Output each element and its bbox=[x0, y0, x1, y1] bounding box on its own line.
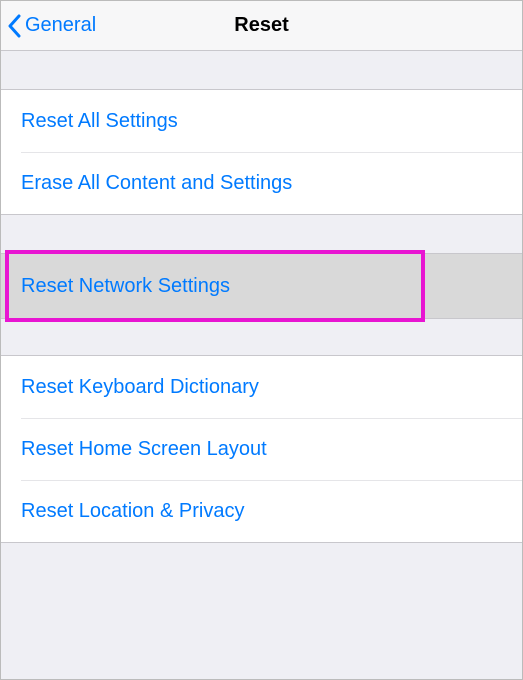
back-label: General bbox=[25, 14, 96, 37]
section-general-reset: Reset All Settings Erase All Content and… bbox=[1, 89, 522, 215]
section-other-reset: Reset Keyboard Dictionary Reset Home Scr… bbox=[1, 355, 522, 543]
section-gap bbox=[1, 51, 522, 89]
section-network: Reset Network Settings bbox=[1, 253, 522, 319]
row-label: Erase All Content and Settings bbox=[21, 172, 292, 195]
reset-all-settings-row[interactable]: Reset All Settings bbox=[1, 90, 522, 152]
erase-all-content-row[interactable]: Erase All Content and Settings bbox=[1, 152, 522, 214]
reset-network-settings-row[interactable]: Reset Network Settings bbox=[1, 254, 522, 318]
navbar: General Reset bbox=[1, 1, 522, 51]
row-label: Reset Network Settings bbox=[21, 275, 230, 298]
reset-keyboard-dictionary-row[interactable]: Reset Keyboard Dictionary bbox=[1, 356, 522, 418]
reset-location-privacy-row[interactable]: Reset Location & Privacy bbox=[1, 480, 522, 542]
section-gap bbox=[1, 215, 522, 253]
row-label: Reset Keyboard Dictionary bbox=[21, 376, 259, 399]
row-label: Reset All Settings bbox=[21, 110, 178, 133]
back-button[interactable]: General bbox=[1, 14, 96, 38]
chevron-left-icon bbox=[7, 14, 21, 38]
section-gap bbox=[1, 319, 522, 355]
reset-home-screen-row[interactable]: Reset Home Screen Layout bbox=[1, 418, 522, 480]
row-label: Reset Home Screen Layout bbox=[21, 438, 267, 461]
row-label: Reset Location & Privacy bbox=[21, 500, 244, 523]
